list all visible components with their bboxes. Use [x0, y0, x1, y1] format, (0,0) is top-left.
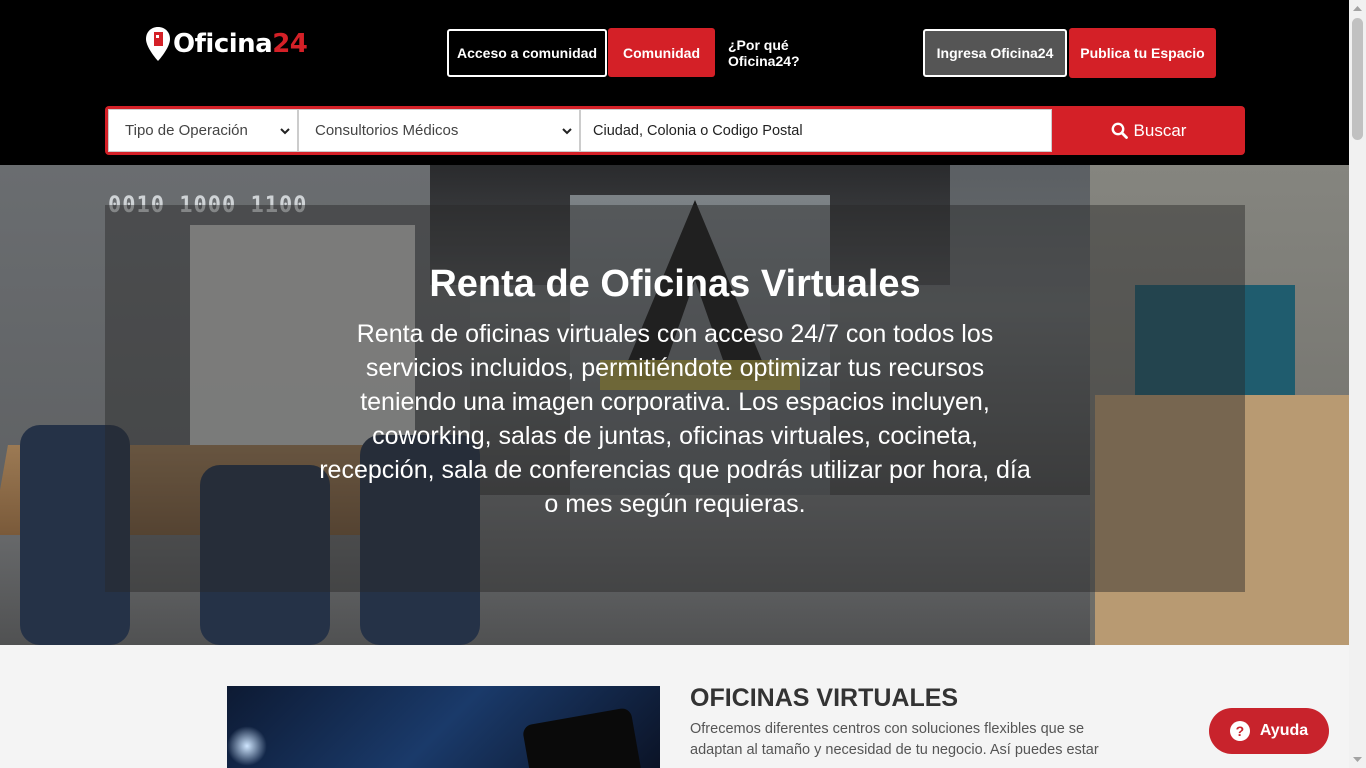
- image-glow: [227, 726, 267, 766]
- acceso-comunidad-button[interactable]: Acceso a comunidad: [447, 29, 607, 77]
- search-button[interactable]: Buscar: [1052, 106, 1245, 155]
- location-search-input[interactable]: Ciudad, Colonia o Codigo Postal: [580, 109, 1052, 152]
- tipo-espacio-value: Consultorios Médicos: [315, 122, 459, 139]
- section-title: OFICINAS VIRTUALES: [690, 684, 959, 712]
- scrollbar-thumb[interactable]: [1352, 18, 1363, 140]
- hero-section: 0010 1000 1100 Renta de Oficinas Virtual…: [0, 165, 1349, 645]
- search-bar: Tipo de Operación Consultorios Médicos C…: [105, 106, 1245, 155]
- por-que-link[interactable]: ¿Por qué Oficina24?: [728, 29, 863, 77]
- chevron-down-icon: [280, 128, 290, 135]
- site-header: Oficina24 Acceso a comunidad Comunidad ¿…: [0, 0, 1349, 165]
- section-text: Ofrecemos diferentes centros con solucio…: [690, 721, 1099, 758]
- search-icon: [1111, 122, 1128, 139]
- scroll-down-icon[interactable]: [1349, 751, 1366, 768]
- tipo-espacio-select[interactable]: Consultorios Médicos: [298, 109, 580, 152]
- comunidad-button[interactable]: Comunidad: [608, 28, 715, 77]
- help-button[interactable]: ? Ayuda: [1209, 708, 1329, 754]
- section-image: [227, 686, 660, 768]
- image-device: [521, 706, 643, 768]
- tipo-operacion-value: Tipo de Operación: [125, 122, 248, 139]
- question-icon: ?: [1229, 721, 1250, 741]
- search-button-label: Buscar: [1133, 120, 1187, 140]
- scroll-up-icon[interactable]: [1349, 0, 1366, 17]
- hero-title: Renta de Oficinas Virtuales: [429, 263, 921, 305]
- publica-espacio-button[interactable]: Publica tu Espacio: [1069, 28, 1216, 78]
- logo-text: Oficina24: [173, 29, 308, 59]
- ingresa-button[interactable]: Ingresa Oficina24: [923, 29, 1067, 77]
- map-pin-icon: [146, 27, 170, 61]
- tipo-operacion-select[interactable]: Tipo de Operación: [108, 109, 298, 152]
- help-label: Ayuda: [1259, 722, 1309, 739]
- chevron-down-icon: [562, 128, 572, 135]
- hero-description: Renta de oficinas virtuales con acceso 2…: [319, 320, 1031, 518]
- logo[interactable]: Oficina24: [145, 24, 308, 64]
